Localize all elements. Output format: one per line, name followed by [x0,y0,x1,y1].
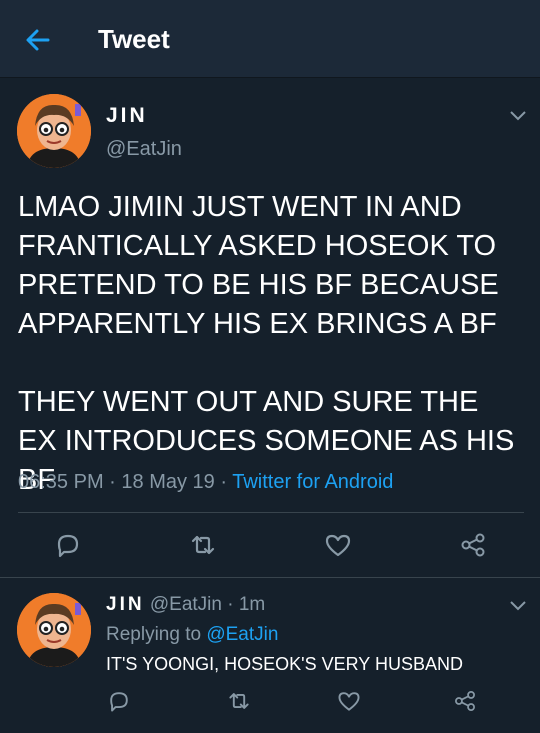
reply-author-name[interactable]: JIN [106,594,145,615]
replying-to-link[interactable]: @EatJin [206,624,278,645]
avatar[interactable] [17,593,91,667]
share-icon[interactable] [452,688,478,714]
chevron-down-icon[interactable] [508,598,528,612]
meta-separator: · [214,471,233,493]
like-icon[interactable] [323,530,353,560]
meta-separator: · [103,471,122,493]
retweet-icon[interactable] [226,688,252,714]
avatar[interactable] [17,94,91,168]
reply-text: IT'S YOONGI, HOSEOK'S VERY HUSBAND [106,654,463,674]
reply-icon[interactable] [106,688,132,714]
tweet-source-link[interactable]: Twitter for Android [232,471,393,493]
arrow-left-icon[interactable] [22,24,54,56]
share-icon[interactable] [458,530,488,560]
reply-author-handle[interactable]: @EatJin [150,594,222,615]
tweet-meta: 06:35 PM · 18 May 19 · Twitter for Andro… [18,471,393,494]
reply-icon[interactable] [53,530,83,560]
page-title: Tweet [98,24,170,54]
tweet-date: 18 May 19 [121,471,215,493]
top-bar: Tweet [0,0,540,78]
retweet-icon[interactable] [188,530,218,560]
reply-age: · 1m [221,594,266,615]
replying-to: Replying to @EatJin [106,624,278,646]
author-handle[interactable]: @EatJin [106,138,182,161]
author-name[interactable]: JIN [106,104,148,128]
replying-label: Replying to [106,624,207,645]
reply-header: JIN @EatJin · 1m [106,594,265,616]
like-icon[interactable] [336,688,362,714]
chevron-down-icon[interactable] [508,108,528,122]
divider [18,512,524,513]
tweet-time: 06:35 PM [18,471,104,493]
tweet-text: LMAO JIMIN JUST WENT IN AND FRANTICALLY … [18,191,515,496]
divider [0,577,540,578]
